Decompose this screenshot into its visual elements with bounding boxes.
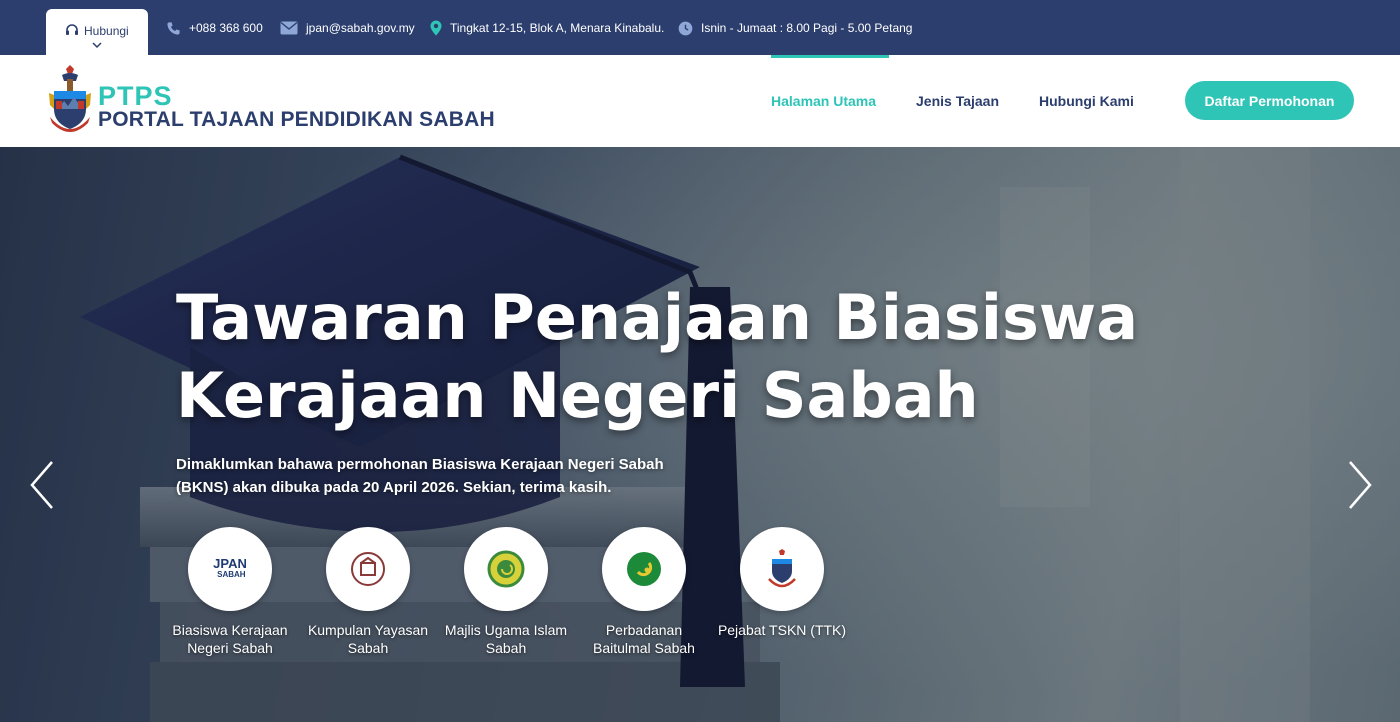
agency-name: Perbadanan Baitulmal Sabah — [593, 622, 695, 656]
address-text: Tingkat 12-15, Blok A, Menara Kinabalu. — [450, 21, 665, 35]
agency-bkns[interactable]: JPAN SABAH Biasiswa Kerajaan Negeri Saba… — [165, 527, 295, 657]
address-contact: Tingkat 12-15, Blok A, Menara Kinabalu. — [430, 18, 664, 38]
clock-icon — [678, 21, 693, 35]
agency-pejabat-tskn[interactable]: Pejabat TSKN (TTK) — [717, 527, 847, 639]
sabah-crest-icon[interactable] — [48, 65, 92, 137]
baitulmal-logo — [602, 527, 686, 611]
hero-title: Tawaran Penajaan Biasiswa Kerajaan Neger… — [176, 279, 1176, 435]
nav-active-indicator — [771, 55, 889, 58]
baitulmal-emblem-icon — [627, 552, 661, 586]
agency-yayasan-sabah[interactable]: Kumpulan Yayasan Sabah — [303, 527, 433, 657]
yayasan-sabah-emblem-icon — [351, 552, 385, 586]
hero-carousel: Tawaran Penajaan Biasiswa Kerajaan Neger… — [0, 147, 1400, 722]
site-header: PTPS PORTAL TAJAAN PENDIDIKAN SABAH Hala… — [0, 55, 1400, 147]
nav-jenis-tajaan[interactable]: Jenis Tajaan — [916, 93, 999, 109]
logo-full-name[interactable]: PORTAL TAJAAN PENDIDIKAN SABAH — [98, 108, 495, 132]
daftar-permohonan-button[interactable]: Daftar Permohonan — [1185, 81, 1354, 120]
muis-emblem-icon — [487, 550, 525, 588]
yayasan-sabah-logo — [326, 527, 410, 611]
muis-logo — [464, 527, 548, 611]
headset-icon — [66, 24, 78, 35]
jpan-logo: JPAN SABAH — [188, 527, 272, 611]
office-hours-text: Isnin - Jumaat : 8.00 Pagi - 5.00 Petang — [701, 21, 913, 35]
carousel-prev-arrow-icon[interactable] — [28, 460, 56, 510]
phone-contact[interactable]: +088 368 600 — [166, 18, 263, 38]
hero-title-line-1: Tawaran Penajaan Biasiswa — [176, 281, 1139, 354]
nav-hubungi-kami[interactable]: Hubungi Kami — [1039, 93, 1134, 109]
agency-baitulmal[interactable]: Perbadanan Baitulmal Sabah — [579, 527, 709, 657]
top-contact-bar: Hubungi +088 368 600 jpan@sabah.gov.my T… — [0, 0, 1400, 55]
chevron-down-icon — [92, 42, 102, 49]
location-pin-icon — [430, 20, 442, 36]
hubungi-dropdown-tab[interactable]: Hubungi — [46, 9, 148, 55]
tskn-crest-icon — [768, 549, 796, 588]
hero-title-line-2: Kerajaan Negeri Sabah — [176, 359, 979, 432]
office-hours: Isnin - Jumaat : 8.00 Pagi - 5.00 Petang — [678, 18, 912, 38]
carousel-next-arrow-icon[interactable] — [1346, 460, 1374, 510]
hubungi-label: Hubungi — [84, 24, 129, 38]
agency-name: Majlis Ugama Islam Sabah — [444, 622, 568, 656]
email-contact[interactable]: jpan@sabah.gov.my — [280, 18, 415, 38]
agency-muis[interactable]: Majlis Ugama Islam Sabah — [441, 527, 571, 657]
phone-icon — [167, 21, 180, 35]
agency-name: Pejabat TSKN (TTK) — [717, 622, 847, 638]
agency-name: Biasiswa Kerajaan Negeri Sabah — [172, 622, 288, 656]
mail-icon — [280, 21, 298, 35]
phone-number: +088 368 600 — [189, 21, 263, 35]
nav-halaman-utama[interactable]: Halaman Utama — [771, 93, 876, 109]
email-address: jpan@sabah.gov.my — [306, 21, 415, 35]
tskn-logo — [740, 527, 824, 611]
hero-announcement: Dimaklumkan bahawa permohonan Biasiswa K… — [176, 456, 664, 496]
agency-name: Kumpulan Yayasan Sabah — [307, 622, 429, 656]
